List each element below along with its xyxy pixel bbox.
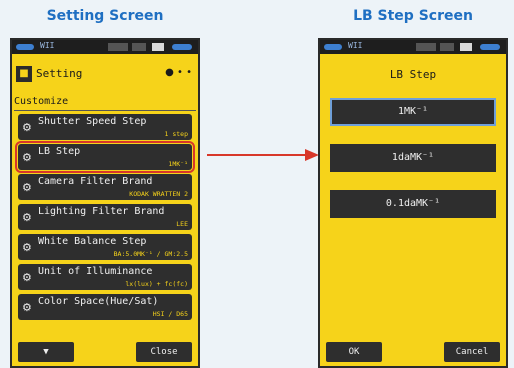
gear-icon: ⚙ xyxy=(22,211,32,224)
status-indicator-icon xyxy=(440,43,454,51)
lb-step-screen: WII LB Step 1MK⁻¹ 1daMK⁻¹ 0.1daMK⁻¹ OK C… xyxy=(318,38,508,368)
scroll-down-button[interactable]: ▼ xyxy=(18,342,74,362)
menu-item-lb-step[interactable]: ⚙ LB Step 1MK⁻¹ xyxy=(15,141,195,173)
arrow-right-icon xyxy=(305,149,319,161)
setting-screen: WII ■ Setting ● • • Customize ⚙ Shutter … xyxy=(10,38,200,368)
menu-item-value: lx(lux) + fc(fc) xyxy=(125,280,188,288)
section-label: Customize xyxy=(14,96,196,111)
status-indicator-icon xyxy=(108,43,128,51)
gear-icon: ⚙ xyxy=(22,121,32,134)
menu-item-label: Lighting Filter Brand xyxy=(38,206,165,217)
cancel-button[interactable]: Cancel xyxy=(444,342,500,362)
setting-screen-caption: Setting Screen xyxy=(46,8,164,24)
menu-item-camera-filter-brand[interactable]: ⚙ Camera Filter Brand KODAK WRATTEN 2 xyxy=(18,174,192,200)
lb-option-1damk[interactable]: 1daMK⁻¹ xyxy=(330,144,496,172)
lb-option-1mk[interactable]: 1MK⁻¹ xyxy=(330,98,496,126)
menu-item-label: Color Space(Hue/Sat) xyxy=(38,296,159,307)
signal-icon xyxy=(480,44,500,50)
status-bar: WII xyxy=(320,40,506,54)
page-indicator: ● • • xyxy=(165,67,192,78)
menu-item-value: BA:5.0MK⁻¹ / GM:2.5 xyxy=(113,250,188,258)
signal-icon xyxy=(172,44,192,50)
menu-item-label: Shutter Speed Step xyxy=(38,116,147,127)
menu-item-color-space[interactable]: ⚙ Color Space(Hue/Sat) HSI / D65 xyxy=(18,294,192,320)
lb-option-0-1damk[interactable]: 0.1daMK⁻¹ xyxy=(330,190,496,218)
status-text: WII xyxy=(40,41,55,50)
page-title-row: ■ Setting ● • • xyxy=(12,66,198,84)
gear-icon: ⚙ xyxy=(22,241,32,254)
menu-item-label: White Balance Step xyxy=(38,236,147,247)
menu-item-value: 1 step xyxy=(164,130,188,138)
status-bar: WII xyxy=(12,40,198,54)
gear-icon: ⚙ xyxy=(22,301,32,314)
transition-arrow-line xyxy=(207,154,307,156)
menu-item-label: Unit of Illuminance xyxy=(38,266,153,277)
gear-icon: ⚙ xyxy=(22,271,32,284)
status-indicator-icon xyxy=(132,43,146,51)
battery-icon xyxy=(324,44,342,50)
status-indicator-icon xyxy=(416,43,436,51)
menu-item-value: LEE xyxy=(176,220,188,228)
lb-step-screen-caption: LB Step Screen xyxy=(353,8,473,24)
page-title: LB Step xyxy=(389,68,437,81)
ok-button[interactable]: OK xyxy=(326,342,382,362)
menu-item-value: 1MK⁻¹ xyxy=(168,160,188,168)
gear-icon: ⚙ xyxy=(22,151,32,164)
status-indicator-icon xyxy=(152,43,164,51)
menu-item-label: Camera Filter Brand xyxy=(38,176,153,187)
close-button[interactable]: Close xyxy=(136,342,192,362)
menu-item-unit-of-illuminance[interactable]: ⚙ Unit of Illuminance lx(lux) + fc(fc) xyxy=(18,264,192,290)
menu-item-label: LB Step xyxy=(38,146,81,157)
menu-item-value: KODAK WRATTEN 2 xyxy=(129,190,188,198)
menu-item-white-balance-step[interactable]: ⚙ White Balance Step BA:5.0MK⁻¹ / GM:2.5 xyxy=(18,234,192,260)
menu-item-value: HSI / D65 xyxy=(152,310,188,318)
menu-item-shutter-speed-step[interactable]: ⚙ Shutter Speed Step 1 step xyxy=(18,114,192,140)
status-indicator-icon xyxy=(460,43,472,51)
status-text: WII xyxy=(348,41,363,50)
settings-folder-icon: ■ xyxy=(16,66,32,82)
gear-icon: ⚙ xyxy=(22,181,32,194)
menu-item-lighting-filter-brand[interactable]: ⚙ Lighting Filter Brand LEE xyxy=(18,204,192,230)
page-title: Setting xyxy=(36,67,83,80)
battery-icon xyxy=(16,44,34,50)
